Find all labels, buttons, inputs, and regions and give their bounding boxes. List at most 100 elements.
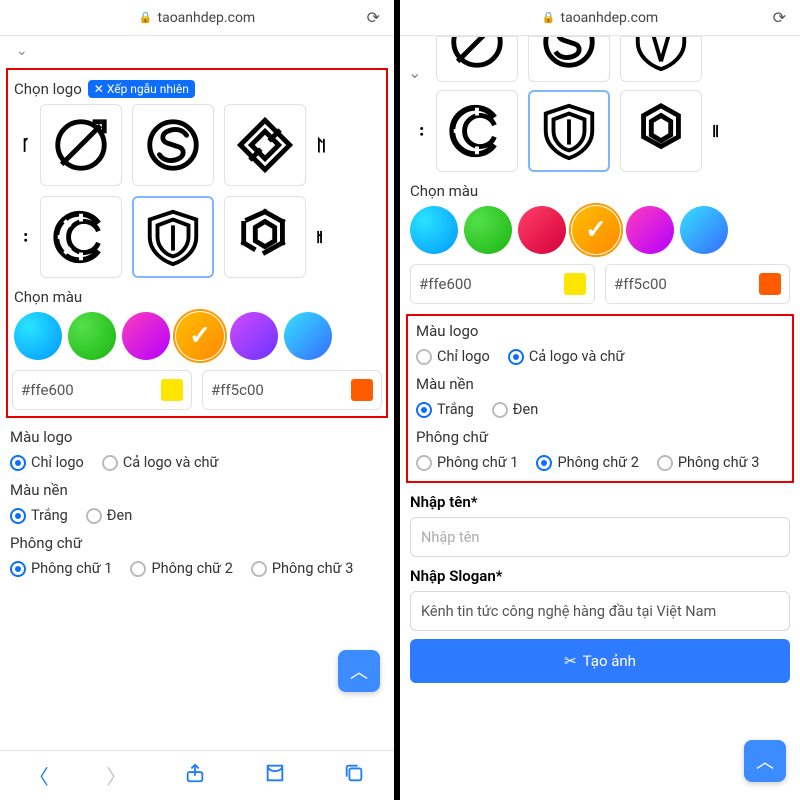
logo-option[interactable] (436, 36, 518, 82)
bg-group-title: Màu nền (10, 481, 384, 499)
radio-logo-only[interactable]: Chỉ logo (416, 348, 490, 365)
logo-option-edge-left[interactable] (12, 104, 30, 186)
chevron-up-icon: ︿ (350, 658, 368, 684)
slogan-value: Kênh tin tức công nghệ hàng đầu tại Việt… (421, 603, 716, 620)
refresh-icon[interactable]: ⟳ (367, 8, 380, 27)
radio-bg-black[interactable]: Đen (86, 507, 132, 524)
logo-color-group-title: Màu logo (416, 322, 784, 340)
hex-chip-2 (759, 273, 781, 295)
share-icon[interactable] (184, 762, 206, 789)
back-icon[interactable]: 〈 (29, 761, 49, 790)
name-label: Nhập tên* (410, 493, 790, 511)
hex-value-2: #ff5c00 (614, 275, 667, 293)
shuffle-button[interactable]: ✕ Xếp ngẫu nhiên (88, 80, 195, 98)
hex-chip-1 (564, 273, 586, 295)
color-section-title: Chọn màu (14, 288, 380, 306)
slogan-input[interactable]: Kênh tin tức công nghệ hàng đầu tại Việt… (410, 591, 790, 631)
bookmarks-icon[interactable] (264, 762, 286, 789)
radio-bg-white[interactable]: Trắng (10, 507, 68, 524)
logo-option[interactable] (620, 90, 702, 172)
lock-icon: 🔒 (542, 11, 556, 24)
font-group-title: Phông chữ (10, 534, 384, 552)
logo-section-title: Chọn logo (14, 80, 82, 98)
color-swatch-green[interactable] (464, 206, 512, 254)
logo-option-selected[interactable] (132, 196, 214, 278)
radio-font-2[interactable]: Phông chữ 2 (130, 560, 232, 577)
chevron-up-icon: ︿ (756, 748, 774, 774)
browser-domain: taoanhdep.com (158, 10, 256, 26)
color-swatch-orange-selected[interactable]: ✓ (572, 206, 620, 254)
color-swatch-pink[interactable] (626, 206, 674, 254)
color-swatch-orange-selected[interactable]: ✓ (176, 312, 224, 360)
scroll-top-button[interactable]: ︿ (338, 650, 380, 692)
color-swatch-crimson[interactable] (518, 206, 566, 254)
font-group-title: Phông chữ (416, 428, 784, 446)
color-swatch-pink[interactable] (122, 312, 170, 360)
refresh-icon[interactable]: ⟳ (773, 8, 786, 27)
radio-logo-only[interactable]: Chỉ logo (10, 454, 84, 471)
create-image-button[interactable]: ✂ Tạo ảnh (410, 639, 790, 683)
color-swatch-green[interactable] (68, 312, 116, 360)
expand-toggle[interactable]: ⌄ (408, 36, 426, 82)
name-input[interactable]: Nhập tên (410, 517, 790, 557)
radio-logo-and-text[interactable]: Cả logo và chữ (508, 348, 625, 365)
bg-group-title: Màu nền (416, 375, 784, 393)
lock-icon: 🔒 (139, 11, 153, 24)
scissors-icon: ✂ (564, 652, 577, 670)
logo-option[interactable] (224, 104, 306, 186)
logo-option-selected[interactable] (528, 90, 610, 172)
color-swatch-blue[interactable] (284, 312, 332, 360)
scroll-top-button[interactable]: ︿ (744, 740, 786, 782)
radio-font-3[interactable]: Phông chữ 3 (251, 560, 353, 577)
hex-input-1[interactable]: #ffe600 (410, 264, 595, 304)
color-swatch-cyan[interactable] (410, 206, 458, 254)
logo-color-group-title: Màu logo (10, 428, 384, 446)
radio-font-2[interactable]: Phông chữ 2 (536, 454, 638, 471)
browser-address-bar: 🔒 taoanhdep.com ⟳ (0, 0, 394, 36)
logo-option-edge-right[interactable] (316, 104, 334, 186)
radio-logo-and-text[interactable]: Cả logo và chữ (102, 454, 219, 471)
slogan-label: Nhập Slogan* (410, 567, 790, 585)
browser-address-bar: 🔒 taoanhdep.com ⟳ (400, 0, 800, 36)
expand-toggle[interactable]: ⌄ (6, 36, 388, 66)
logo-option[interactable] (132, 104, 214, 186)
logo-option-edge-left[interactable] (408, 90, 426, 172)
logo-option-edge-left[interactable] (12, 196, 30, 278)
browser-domain: taoanhdep.com (561, 10, 659, 26)
logo-option-edge-right[interactable] (316, 196, 334, 278)
hex-input-2[interactable]: #ff5c00 (202, 370, 382, 410)
color-swatch-blue[interactable] (680, 206, 728, 254)
radio-font-1[interactable]: Phông chữ 1 (10, 560, 112, 577)
radio-font-3[interactable]: Phông chữ 3 (657, 454, 759, 471)
forward-icon[interactable]: 〉 (106, 761, 126, 790)
radio-bg-white[interactable]: Trắng (416, 401, 474, 418)
hex-chip-2 (351, 379, 373, 401)
safari-toolbar: 〈 〉 (0, 750, 394, 800)
hex-value-1: #ffe600 (21, 381, 74, 399)
color-section-title: Chọn màu (410, 182, 792, 200)
hex-value-2: #ff5c00 (211, 381, 264, 399)
shuffle-label: Xếp ngẫu nhiên (107, 82, 189, 96)
hex-input-2[interactable]: #ff5c00 (605, 264, 790, 304)
logo-option-edge-right[interactable] (712, 90, 730, 172)
check-icon: ✓ (189, 321, 211, 351)
create-label: Tạo ảnh (583, 652, 636, 670)
logo-option[interactable] (40, 196, 122, 278)
logo-option[interactable] (436, 90, 518, 172)
tabs-icon[interactable] (343, 762, 365, 789)
name-placeholder: Nhập tên (421, 529, 479, 546)
shuffle-icon: ✕ (94, 82, 104, 96)
chevron-down-icon: ⌄ (16, 43, 28, 59)
radio-bg-black[interactable]: Đen (492, 401, 538, 418)
highlight-box-options: Màu logo Chỉ logo Cả logo và chữ Màu nền… (406, 314, 794, 483)
logo-option[interactable] (40, 104, 122, 186)
hex-input-1[interactable]: #ffe600 (12, 370, 192, 410)
check-icon: ✓ (585, 215, 607, 245)
color-swatch-purple[interactable] (230, 312, 278, 360)
logo-option[interactable] (620, 36, 702, 82)
logo-option[interactable] (528, 36, 610, 82)
color-swatch-cyan[interactable] (14, 312, 62, 360)
highlight-box-logo-color: Chọn logo ✕ Xếp ngẫu nhiên (6, 68, 388, 418)
radio-font-1[interactable]: Phông chữ 1 (416, 454, 518, 471)
logo-option[interactable] (224, 196, 306, 278)
